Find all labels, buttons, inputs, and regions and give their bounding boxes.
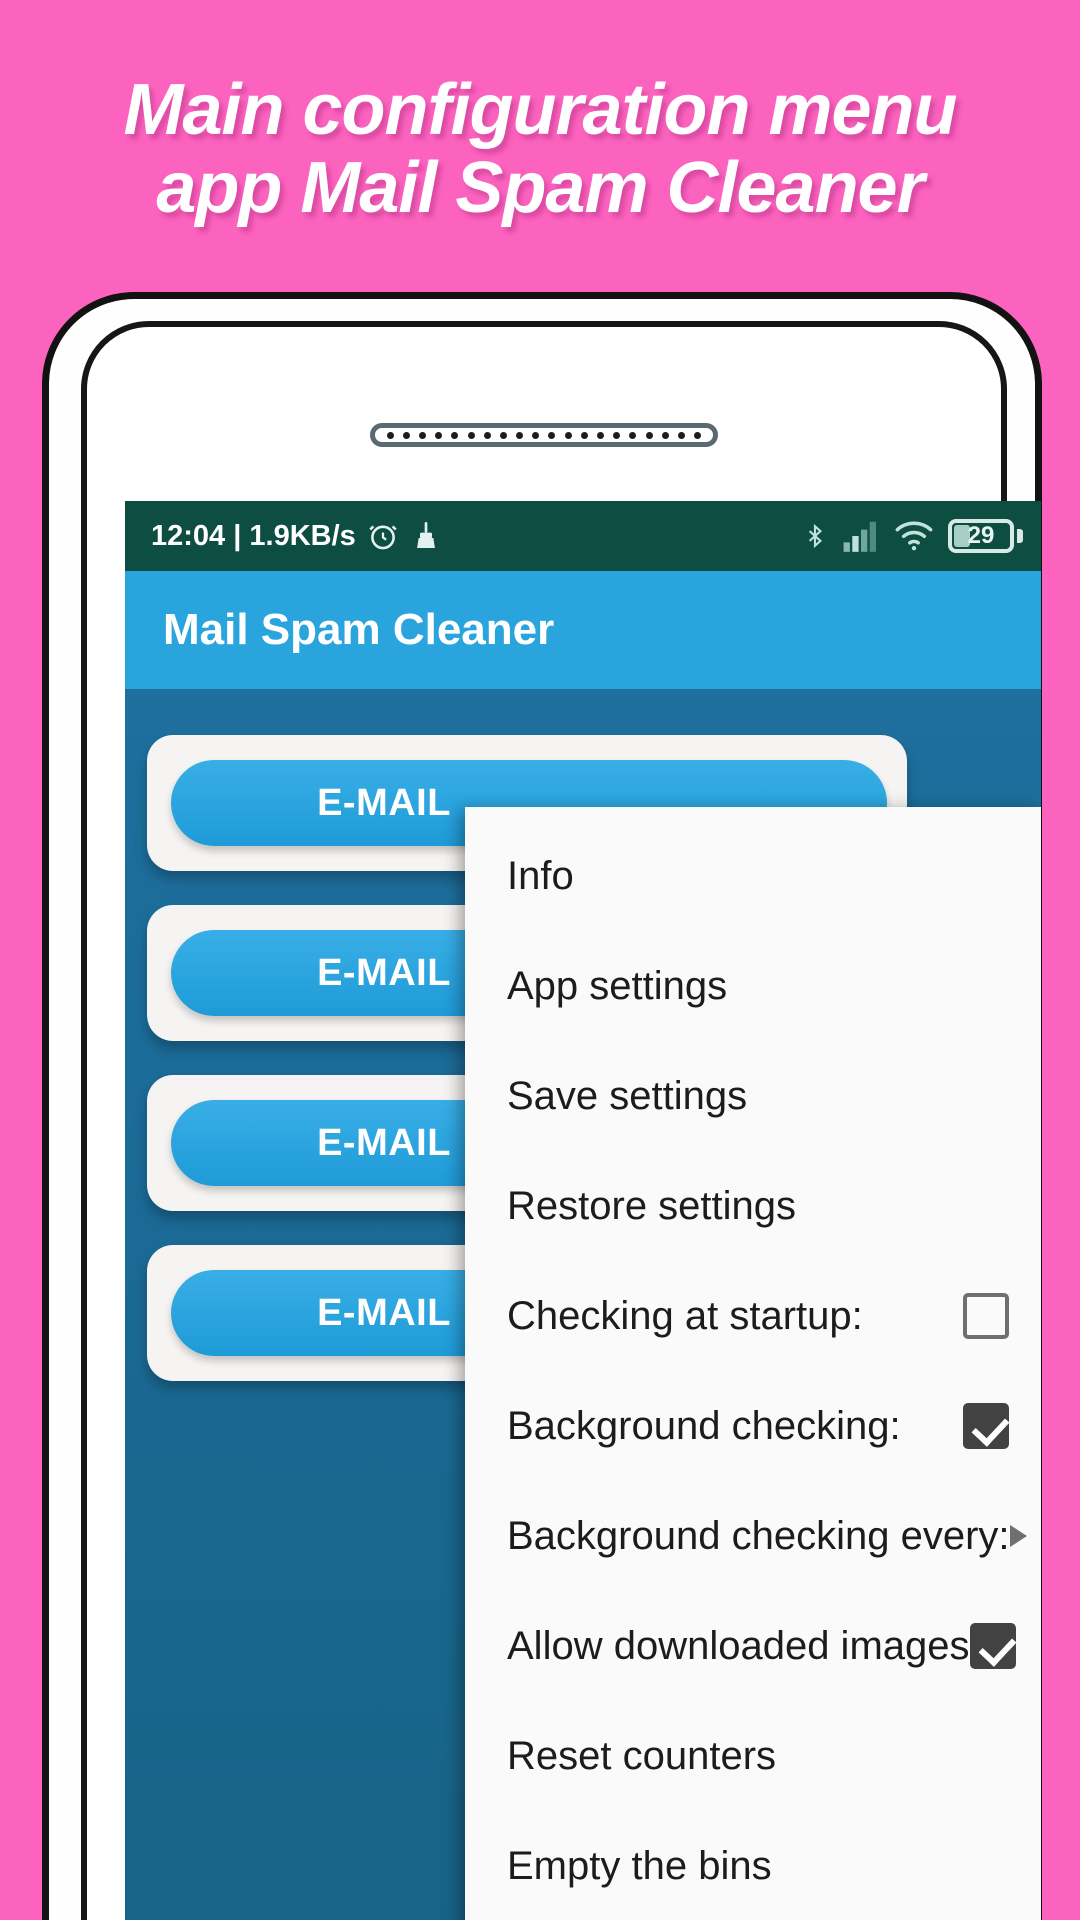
menu-item-save-settings[interactable]: Save settings <box>465 1041 1041 1151</box>
status-time-and-netspeed: 12:04 | 1.9KB/s <box>151 519 356 552</box>
bluetooth-icon <box>802 518 828 554</box>
overflow-menu: Info App settings Save settings Restore … <box>465 807 1041 1920</box>
menu-item-label: Empty the bins <box>507 1843 772 1888</box>
menu-item-checking-at-startup[interactable]: Checking at startup: <box>465 1261 1041 1371</box>
page-title: Main configuration menu app Mail Spam Cl… <box>123 70 958 228</box>
menu-item-app-settings[interactable]: App settings <box>465 931 1041 1041</box>
menu-item-label: Background checking: <box>507 1403 901 1448</box>
phone-mockup: 12:04 | 1.9KB/s 29 Mail Spam Cleaner E-M… <box>42 292 1042 1920</box>
menu-item-background-checking-every[interactable]: Background checking every: <box>465 1481 1041 1591</box>
battery-icon: 29 <box>948 519 1023 553</box>
menu-item-label: Save settings <box>507 1073 748 1118</box>
alarm-clock-icon <box>366 519 400 553</box>
menu-item-label: App settings <box>507 963 728 1008</box>
menu-item-label: Reset counters <box>507 1733 777 1778</box>
app-bar: Mail Spam Cleaner <box>125 571 1041 689</box>
menu-item-info[interactable]: Info <box>465 821 1041 931</box>
phone-earpiece-speaker-icon <box>370 423 718 447</box>
signal-bars-icon <box>842 520 880 552</box>
battery-level-label: 29 <box>967 522 995 549</box>
menu-item-label: Allow downloaded images <box>507 1623 970 1668</box>
menu-item-restore-settings[interactable]: Restore settings <box>465 1151 1041 1261</box>
menu-item-background-checking[interactable]: Background checking: <box>465 1371 1041 1481</box>
checkbox-checking-at-startup[interactable] <box>963 1293 1009 1339</box>
phone-bezel: 12:04 | 1.9KB/s 29 Mail Spam Cleaner E-M… <box>81 321 1041 1920</box>
phone-screen: 12:04 | 1.9KB/s 29 Mail Spam Cleaner E-M… <box>125 501 1041 1920</box>
checkbox-background-checking[interactable] <box>963 1403 1009 1449</box>
menu-item-label: Background checking every: <box>507 1513 1010 1558</box>
menu-item-allow-downloaded-images[interactable]: Allow downloaded images <box>465 1591 1041 1701</box>
chevron-right-icon <box>1009 1525 1027 1547</box>
menu-item-label: Info <box>507 853 574 898</box>
menu-item-empty-the-bins[interactable]: Empty the bins <box>465 1811 1041 1920</box>
status-bar-right: 29 <box>802 518 1023 554</box>
broom-spam-icon <box>410 519 442 553</box>
menu-item-label: Restore settings <box>507 1183 797 1228</box>
status-bar-left: 12:04 | 1.9KB/s <box>151 519 442 553</box>
menu-item-reset-counters[interactable]: Reset counters <box>465 1701 1041 1811</box>
status-bar: 12:04 | 1.9KB/s 29 <box>125 501 1041 571</box>
menu-item-label: Checking at startup: <box>507 1293 863 1338</box>
accounts-list: E-MAIL E-MAIL E-MAIL E-MAIL Info App set… <box>125 689 1041 1920</box>
wifi-icon <box>894 520 934 552</box>
app-title: Mail Spam Cleaner <box>163 605 555 654</box>
checkbox-allow-downloaded-images[interactable] <box>969 1623 1016 1669</box>
